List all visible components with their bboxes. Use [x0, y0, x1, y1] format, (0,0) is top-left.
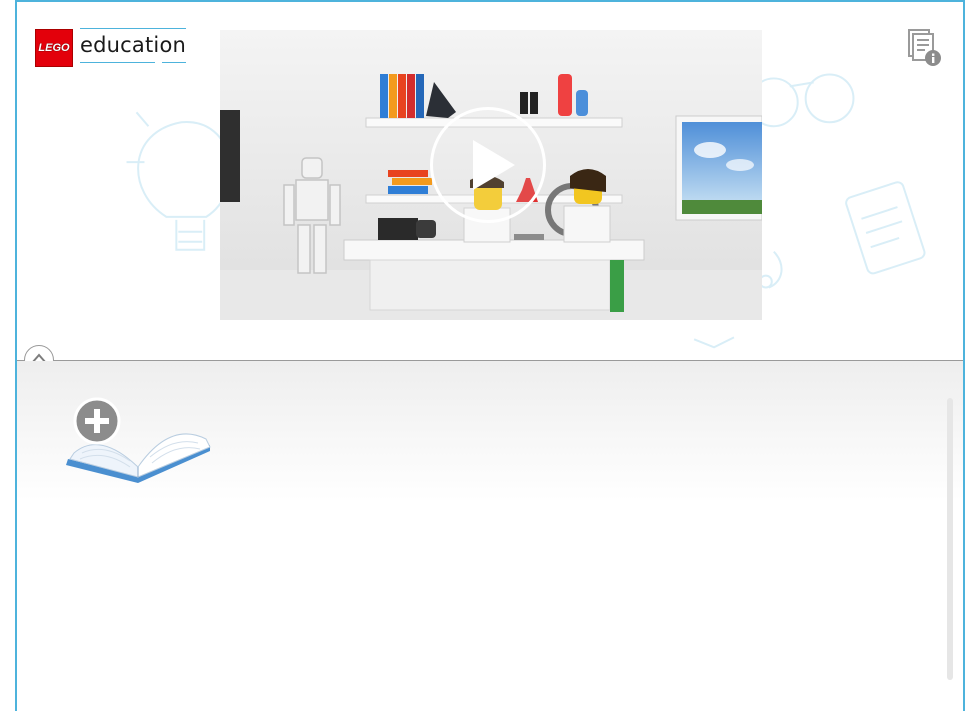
- play-button[interactable]: [430, 107, 546, 223]
- lego-badge: LEGO: [35, 29, 73, 67]
- vertical-scrollbar[interactable]: [947, 398, 953, 680]
- lego-education-logo[interactable]: LEGO education: [35, 28, 187, 67]
- play-icon: [473, 140, 515, 190]
- app-window: LEGO education: [15, 0, 965, 711]
- open-book-plus-icon: [66, 397, 211, 483]
- lego-badge-text: LEGO: [38, 42, 70, 54]
- logo-text: education: [80, 33, 187, 57]
- header-area: LEGO education: [17, 2, 963, 360]
- document-info-icon[interactable]: [907, 28, 943, 68]
- logo-wordmark: education: [80, 28, 187, 63]
- intro-video[interactable]: [220, 30, 762, 320]
- add-project-button[interactable]: [60, 391, 220, 486]
- projects-area: [17, 361, 963, 711]
